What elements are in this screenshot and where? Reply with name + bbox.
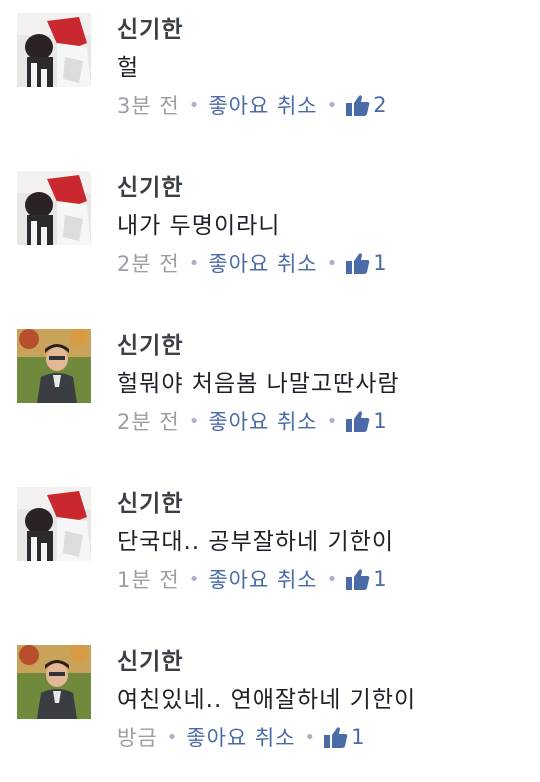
comment-text: 단국대.. 공부잘하네 기한이 xyxy=(117,529,395,555)
comment: 신기한 헐뭐야 처음봄 나말고딴사람 2분 전 • 좋아요 취소 • 1 xyxy=(0,316,540,466)
thumbs-up-icon[interactable] xyxy=(346,94,370,116)
separator-dot: • xyxy=(188,252,200,274)
comment-meta: 1분 전 • 좋아요 취소 • 1 xyxy=(117,564,387,594)
separator-dot: • xyxy=(326,410,338,432)
comment-time[interactable]: 2분 전 xyxy=(117,406,180,436)
avatar[interactable] xyxy=(17,487,91,561)
unlike-link[interactable]: 좋아요 취소 xyxy=(208,248,317,278)
avatar[interactable] xyxy=(17,645,91,719)
comment-author[interactable]: 신기한 xyxy=(117,642,183,676)
avatar[interactable] xyxy=(17,171,91,245)
comment-author[interactable]: 신기한 xyxy=(117,484,183,518)
separator-dot: • xyxy=(326,568,338,590)
separator-dot: • xyxy=(188,410,200,432)
comment: 신기한 여친있네.. 연애잘하네 기한이 방금 • 좋아요 취소 • 1 xyxy=(0,632,540,782)
like-count[interactable]: 2 xyxy=(373,93,386,117)
separator-dot: • xyxy=(166,726,178,748)
thumbs-up-icon[interactable] xyxy=(324,726,348,748)
thumbs-up-icon[interactable] xyxy=(346,568,370,590)
comment-meta: 방금 • 좋아요 취소 • 1 xyxy=(117,722,365,752)
like-count[interactable]: 1 xyxy=(373,567,386,591)
comment-meta: 2분 전 • 좋아요 취소 • 1 xyxy=(117,248,387,278)
avatar[interactable] xyxy=(17,13,91,87)
comment-time[interactable]: 3분 전 xyxy=(117,90,180,120)
unlike-link[interactable]: 좋아요 취소 xyxy=(208,406,317,436)
comment-time[interactable]: 2분 전 xyxy=(117,248,180,278)
separator-dot: • xyxy=(304,726,316,748)
unlike-link[interactable]: 좋아요 취소 xyxy=(208,564,317,594)
avatar[interactable] xyxy=(17,329,91,403)
comment-meta: 2분 전 • 좋아요 취소 • 1 xyxy=(117,406,387,436)
comment-author[interactable]: 신기한 xyxy=(117,326,183,360)
separator-dot: • xyxy=(188,568,200,590)
unlike-link[interactable]: 좋아요 취소 xyxy=(208,90,317,120)
like-count[interactable]: 1 xyxy=(373,251,386,275)
like-count[interactable]: 1 xyxy=(351,725,364,749)
comment-list: 신기한 헐 3분 전 • 좋아요 취소 • 2 신기한 내가 두명이라니 2분 … xyxy=(0,0,540,757)
separator-dot: • xyxy=(326,94,338,116)
comment-meta: 3분 전 • 좋아요 취소 • 2 xyxy=(117,90,387,120)
comment-author[interactable]: 신기한 xyxy=(117,168,183,202)
separator-dot: • xyxy=(326,252,338,274)
comment-time[interactable]: 1분 전 xyxy=(117,564,180,594)
comment: 신기한 내가 두명이라니 2분 전 • 좋아요 취소 • 1 xyxy=(0,158,540,308)
comment-text: 헐 xyxy=(117,55,140,81)
like-count[interactable]: 1 xyxy=(373,409,386,433)
unlike-link[interactable]: 좋아요 취소 xyxy=(186,722,295,752)
comment: 신기한 단국대.. 공부잘하네 기한이 1분 전 • 좋아요 취소 • 1 xyxy=(0,474,540,624)
thumbs-up-icon[interactable] xyxy=(346,252,370,274)
comment-time[interactable]: 방금 xyxy=(117,722,158,752)
comment-author[interactable]: 신기한 xyxy=(117,10,183,44)
separator-dot: • xyxy=(188,94,200,116)
comment-text: 내가 두명이라니 xyxy=(117,213,281,239)
comment: 신기한 헐 3분 전 • 좋아요 취소 • 2 xyxy=(0,0,540,150)
comment-text: 여친있네.. 연애잘하네 기한이 xyxy=(117,687,417,713)
thumbs-up-icon[interactable] xyxy=(346,410,370,432)
comment-text: 헐뭐야 처음봄 나말고딴사람 xyxy=(117,371,400,397)
